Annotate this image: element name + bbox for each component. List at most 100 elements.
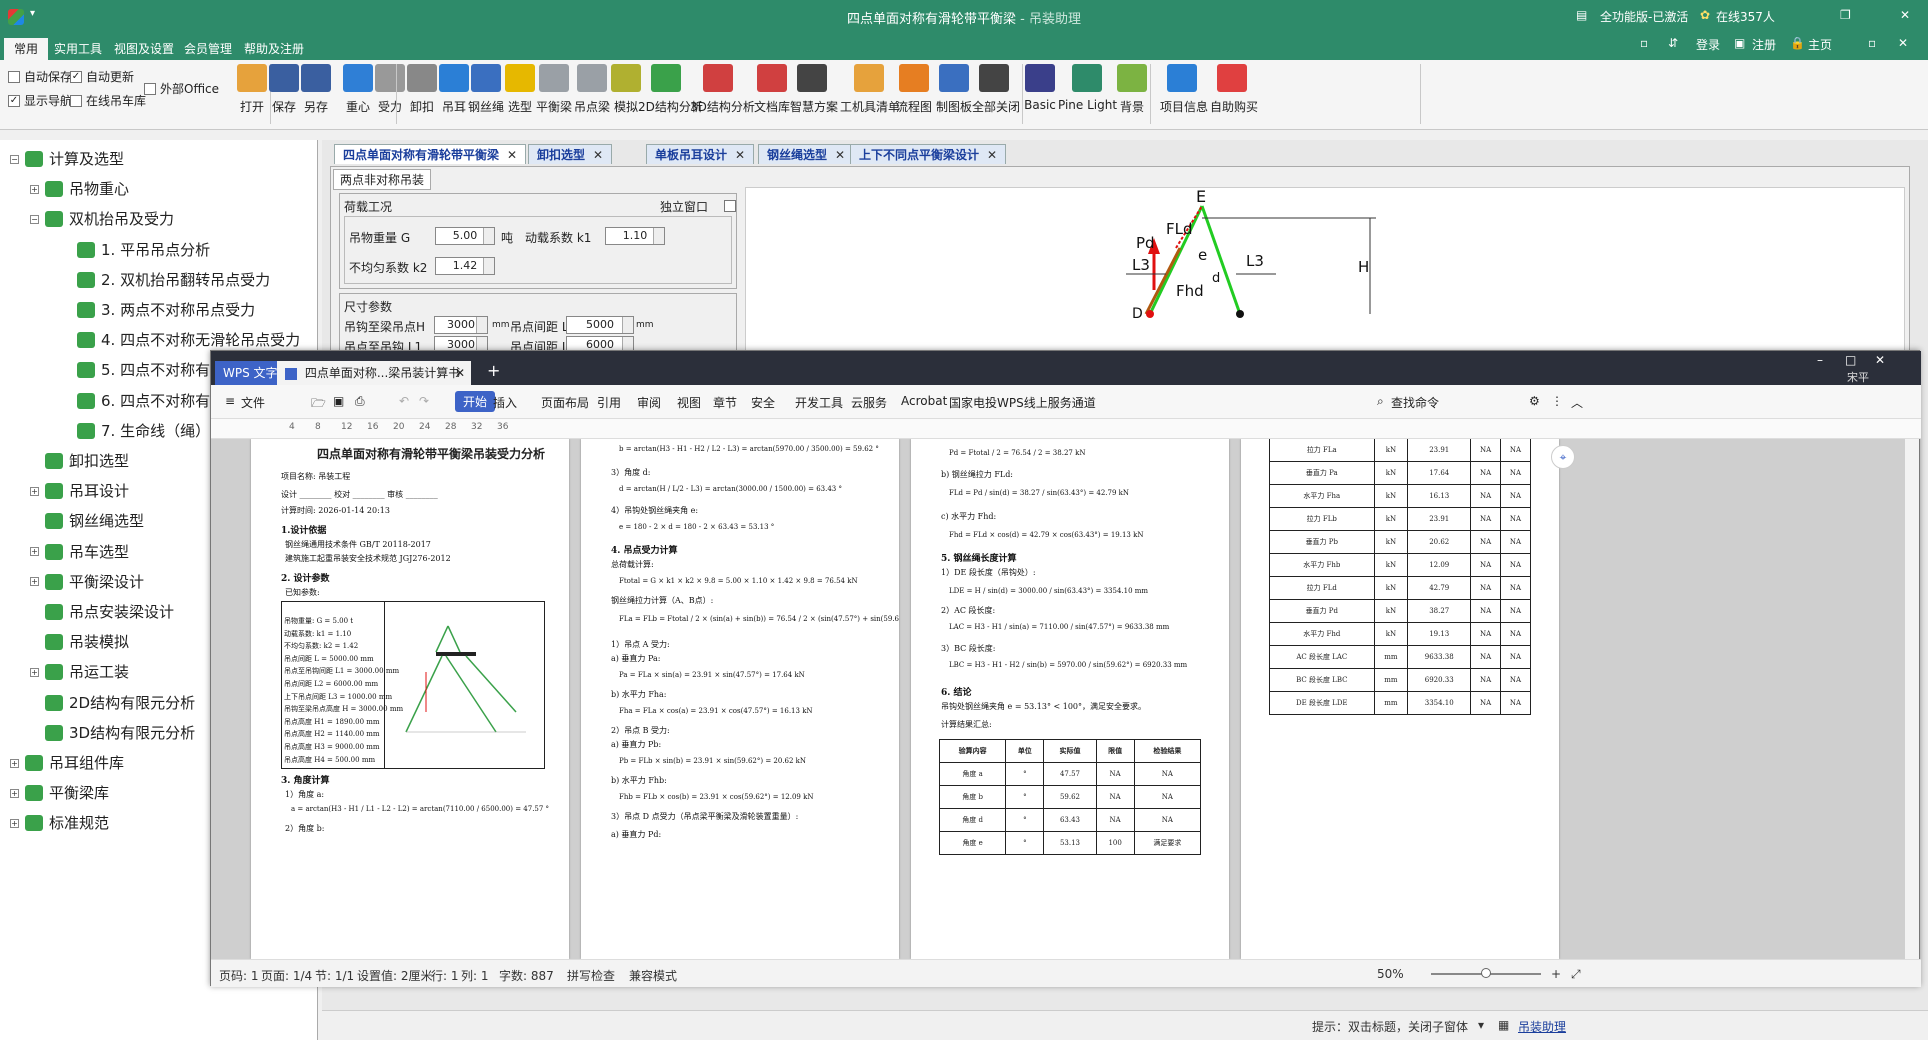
close-small-icon[interactable]: ✕ [1898,36,1908,50]
tab-close-icon[interactable]: ✕ [593,148,603,162]
tab-close-icon[interactable]: ✕ [507,148,517,162]
tree-item[interactable]: 1. 平吊吊点分析 [62,237,210,263]
subtab-asymmetric[interactable]: 两点非对称吊装 [333,169,432,190]
tree-toggle-icon[interactable]: + [10,758,19,768]
tree-item[interactable]: + 平衡梁设计 [30,569,144,595]
option-3[interactable]: ✓ 显示导航 [8,92,72,109]
tree-item[interactable]: + 吊运工装 [30,659,129,685]
wps-close-icon[interactable]: ✕ [1875,353,1885,367]
wps-tool-8[interactable]: 云服务 [851,394,887,411]
wps-tool-6[interactable]: 安全 [751,394,775,411]
tree-toggle-icon[interactable]: − [30,214,39,224]
register-link[interactable]: 注册 [1752,36,1776,53]
tree-item[interactable]: 5. 四点不对称有滑 [62,357,225,383]
checkbox-box[interactable]: ✓ [70,70,82,83]
ribbon-save-as-button[interactable]: 另存 [294,64,338,115]
tree-item[interactable]: 3. 两点不对称吊点受力 [62,297,255,323]
ribbon-theme-pine-button[interactable]: Pine Light [1058,64,1117,112]
ribbon-doc-library-button[interactable]: 文档库 [750,64,794,115]
ribbon-close-all-button[interactable]: 全部关闭 [972,64,1020,115]
tree-item[interactable]: 钢丝绳选型 [30,508,144,534]
wps-tool-1[interactable]: 页面布局 [541,394,589,411]
tree-item[interactable]: 7. 生命线（绳）受 [62,418,225,444]
option-2[interactable]: 外部Office [144,80,219,97]
wps-tool-2[interactable]: 引用 [597,394,621,411]
ribbon-2d-analysis-button[interactable]: 2D结构分析 [638,64,703,115]
wps-tool-7[interactable]: 开发工具 [795,394,843,411]
l-input[interactable]: 5000 [566,316,634,334]
ribbon-smart-plan-button[interactable]: 智慧方案 [790,64,838,115]
wps-tool-10[interactable]: 国家电投WPS线上服务通道 [949,394,1096,411]
more-icon[interactable]: ⋮ [1551,394,1563,408]
tree-item[interactable]: − 双机抬吊及受力 [30,206,174,232]
tab-close-icon[interactable]: ✕ [455,361,465,385]
zoom-in-icon[interactable]: + [1551,967,1561,981]
restore-small-icon[interactable]: ▫ [1868,36,1876,50]
tree-item[interactable]: 3D结构有限元分析 [30,720,195,746]
search-icon[interactable]: ⌕ [1377,394,1384,409]
tree-item[interactable]: + 标准规范 [10,810,109,836]
doc-tab-2[interactable]: 单板吊耳设计 ✕ [646,144,755,164]
restore-icon[interactable]: ⇵ [1668,36,1678,50]
tree-toggle-icon[interactable]: + [30,184,39,194]
window-close-icon[interactable]: ✕ [1900,8,1910,22]
tree-toggle-icon[interactable]: − [10,154,19,164]
tree-item[interactable]: − 计算及选型 [10,146,124,172]
wps-status-8[interactable]: 兼容模式 [629,967,677,984]
ribbon-info-button[interactable]: 项目信息 [1160,64,1208,115]
tree-toggle-icon[interactable]: + [10,788,19,798]
wps-tool-5[interactable]: 章节 [713,394,737,411]
status-dropdown-icon[interactable]: ▾ [1478,1018,1484,1032]
option-1[interactable]: ✓ 自动更新 [70,68,134,85]
undo-icon[interactable]: ↶ [399,394,409,408]
wps-status-7[interactable]: 拼写检查 [567,967,615,984]
ribbon-cart-button[interactable]: 自助购买 [1210,64,1258,115]
option-0[interactable]: 自动保存 [8,68,72,85]
status-link[interactable]: 吊装助理 [1518,1018,1566,1035]
tree-item[interactable]: 吊装模拟 [30,629,129,655]
collapse-icon[interactable]: ︿ [1571,394,1583,411]
print-icon[interactable]: ⎙ [355,394,365,409]
doc-tab-0[interactable]: 四点单面对称有滑轮带平衡梁 ✕ [334,144,527,164]
uneven-input[interactable]: 1.42 [435,257,495,275]
tab-close-icon[interactable]: ✕ [987,148,997,162]
settings-icon[interactable]: ⚙ [1529,394,1540,408]
tree-item[interactable]: 2D结构有限元分析 [30,690,195,716]
tree-item[interactable]: + 吊耳设计 [30,478,129,504]
hamburger-icon[interactable]: ≡ [225,394,235,408]
tree-item[interactable]: 2. 双机抬吊翻转吊点受力 [62,267,270,293]
redo-icon[interactable]: ↷ [419,394,429,408]
ribbon-tool-list-button[interactable]: 工机具清单 [840,64,900,115]
doc-tab-3[interactable]: 钢丝绳选型 ✕ [758,144,855,164]
tab-close-icon[interactable]: ✕ [735,148,745,162]
menu-tab-4[interactable]: 帮助及注册 [234,38,314,60]
wps-tool-0[interactable]: 插入 [493,394,517,411]
option-4[interactable]: 在线吊车库 [70,92,146,109]
dyn-input[interactable]: 1.10 [605,227,665,245]
zoom-level[interactable]: 50% [1377,967,1404,981]
start-tab[interactable]: 开始 [455,391,496,412]
tree-item[interactable]: + 吊耳组件库 [10,750,124,776]
location-icon[interactable]: ⌖ [1551,445,1575,469]
tree-toggle-icon[interactable]: + [30,547,39,557]
zoom-slider[interactable] [1431,968,1541,978]
menu-tab-2[interactable]: 视图及设置 [104,38,184,60]
weight-input[interactable]: 5.00 [435,227,495,245]
tree-item[interactable]: + 平衡梁库 [10,780,109,806]
tree-item[interactable]: 6. 四点不对称有滑 [62,388,225,414]
tree-item[interactable]: 卸扣选型 [30,448,129,474]
ribbon-flowchart-button[interactable]: 流程图 [892,64,936,115]
checkbox-box[interactable]: ✓ [8,94,20,107]
menu-tab-3[interactable]: 会员管理 [174,38,242,60]
wps-maximize-icon[interactable]: □ [1845,353,1856,367]
tab-close-icon[interactable]: ✕ [835,148,845,162]
login-link[interactable]: 登录 [1696,36,1720,53]
wps-user[interactable]: 宋平 [1847,369,1869,385]
checkbox-box[interactable] [70,94,82,107]
ribbon-background-button[interactable]: 背景 [1110,64,1154,115]
ribbon-theme-basic-button[interactable]: Basic [1018,64,1062,112]
tree-toggle-icon[interactable]: + [30,577,39,587]
wps-tool-9[interactable]: Acrobat [901,394,947,408]
new-tab-icon[interactable]: + [487,361,500,380]
search-command[interactable]: 查找命令 [1391,394,1439,411]
